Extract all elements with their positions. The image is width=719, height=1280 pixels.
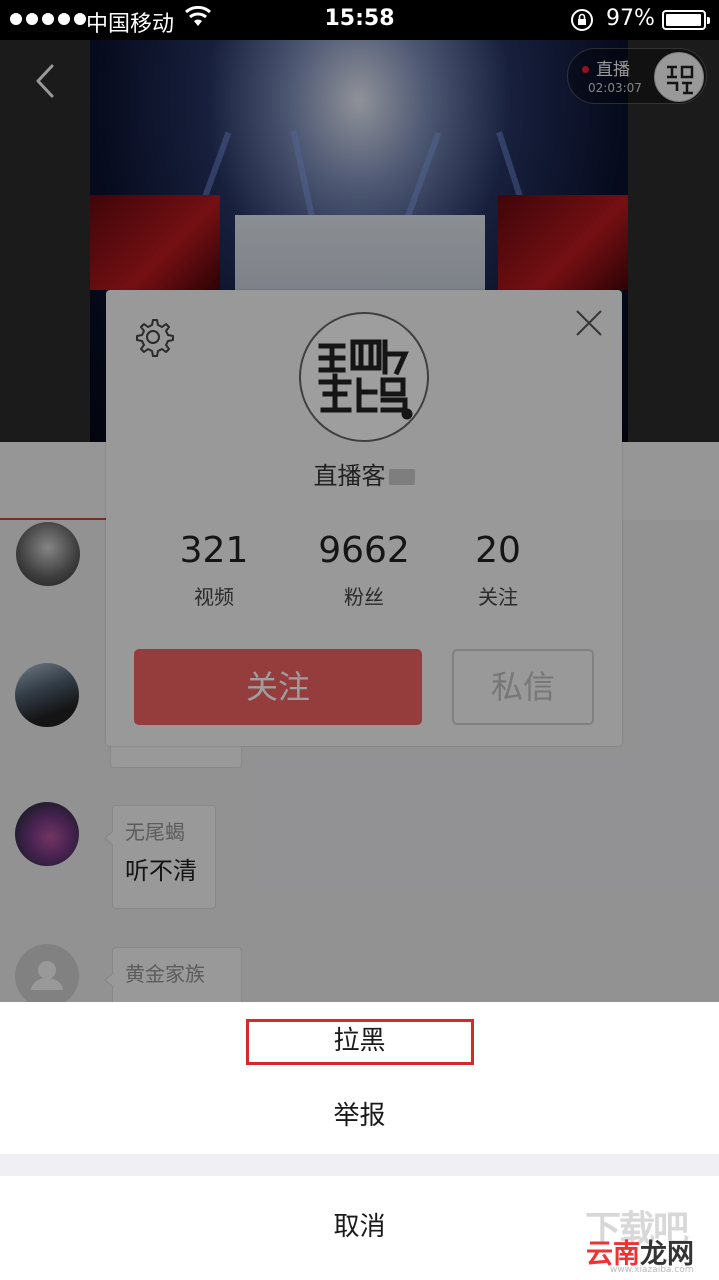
profile-name: 直播客 — [106, 456, 622, 491]
close-icon[interactable] — [574, 308, 604, 338]
stat-fans[interactable]: 9662 粉丝 — [304, 530, 424, 610]
section-gap — [0, 1154, 719, 1176]
stat-label: 视频 — [194, 585, 234, 609]
rotation-lock-icon — [571, 9, 593, 31]
profile-card: 直播客 321 视频 9662 粉丝 20 关注 关注 私信 — [106, 290, 622, 746]
battery-fill — [666, 14, 701, 26]
stat-value: 321 — [179, 530, 249, 571]
battery-icon — [662, 10, 710, 30]
profile-avatar — [299, 312, 429, 442]
verified-badge-icon — [388, 469, 415, 485]
status-bar: 中国移动 15:58 97% — [0, 0, 719, 40]
stat-value: 9662 — [318, 530, 410, 571]
highlight-box — [246, 1019, 474, 1065]
follow-button[interactable]: 关注 — [134, 649, 422, 725]
report-option[interactable]: 举报 — [0, 1079, 719, 1154]
battery-percentage: 97% — [606, 6, 655, 31]
stat-videos[interactable]: 321 视频 — [154, 530, 274, 610]
watermark-url: www.xiazaiba.com — [610, 1265, 694, 1275]
brand-logo-icon — [318, 339, 413, 420]
gear-icon[interactable] — [132, 316, 174, 358]
stat-value: 20 — [475, 530, 521, 571]
private-message-button[interactable]: 私信 — [452, 649, 594, 725]
profile-name-text: 直播客 — [313, 462, 386, 490]
stat-label: 粉丝 — [344, 585, 384, 609]
stat-label: 关注 — [478, 585, 518, 609]
stat-following[interactable]: 20 关注 — [438, 530, 558, 610]
